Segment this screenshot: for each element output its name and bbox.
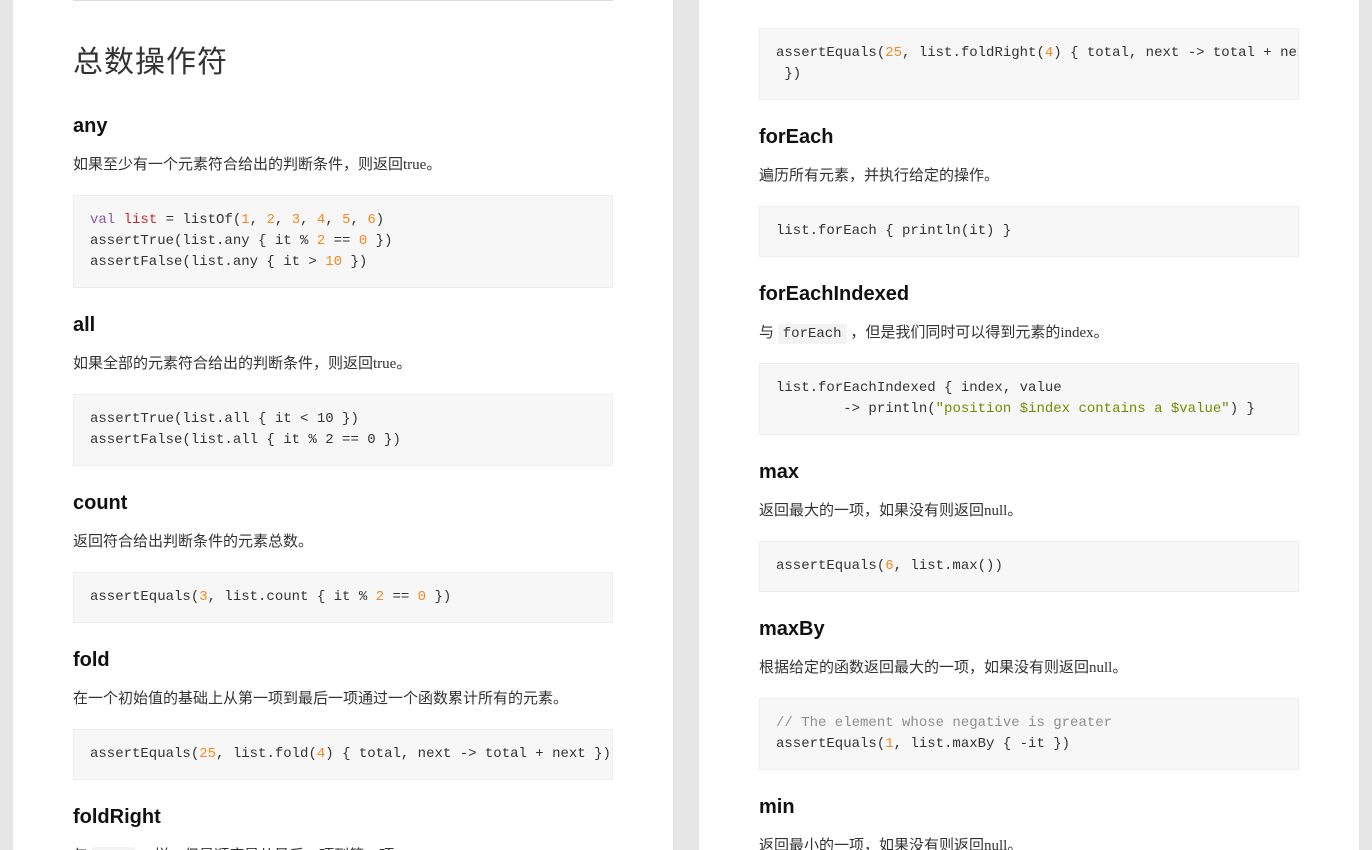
desc-fold: 在一个初始值的基础上从第一项到最后一项通过一个函数累计所有的元素。 [73,686,613,713]
text-roman: null [984,503,1007,519]
desc-max: 返回最大的一项，如果没有则返回null。 [759,498,1299,525]
text: 如果全部的元素符合给出的判断条件，则返回 [73,356,373,372]
horizontal-rule [73,0,613,1]
text: 返回最小的一项，如果没有则返回 [759,838,984,850]
code-max: assertEquals(6, list.max()) [759,541,1299,592]
code-foreachindexed: list.forEachIndexed { index, value -> pr… [759,363,1299,435]
desc-foldright: 与 fold 一样，但是顺序是从最后一项到第一项。 [73,843,613,850]
page-spread: 总数操作符 any 如果至少有一个元素符合给出的判断条件，则返回true。 va… [0,0,1372,850]
subhead-max: max [759,461,1299,484]
code-fold: assertEquals(25, list.fold(4) { total, n… [73,729,613,780]
desc-foreach: 遍历所有元素，并执行给定的操作。 [759,163,1299,190]
subhead-fold: fold [73,649,613,672]
section-title: 总数操作符 [73,37,613,81]
desc-min: 返回最小的一项，如果没有则返回null。 [759,833,1299,850]
desc-foreachindexed: 与 forEach ，但是我们同时可以得到元素的index。 [759,320,1299,347]
subhead-all: all [73,314,613,337]
text: ，但是我们同时可以得到元素的 [847,325,1061,341]
code-foreach: list.forEach { println(it) } [759,206,1299,257]
text: 如果至少有一个元素符合给出的判断条件，则返回 [73,157,403,173]
code-maxby: // The element whose negative is greater… [759,698,1299,770]
text: 。 [396,356,411,372]
text: 在一个初始值的基础上从第一项到最后一项通过一个函数累计所有的元素。 [73,691,568,707]
subhead-count: count [73,492,613,515]
text: 。 [1007,503,1022,519]
desc-any: 如果至少有一个元素符合给出的判断条件，则返回true。 [73,152,613,179]
code-all: assertTrue(list.all { it < 10 }) assertF… [73,394,613,466]
text-roman: null [1089,660,1112,676]
code-count: assertEquals(3, list.count { it % 2 == 0… [73,572,613,623]
text: 根据给定的函数返回最大的一项，如果没有则返回 [759,660,1089,676]
code-any: val list = listOf(1, 2, 3, 4, 5, 6) asse… [73,195,613,288]
text: 与 [759,325,778,341]
subhead-any: any [73,115,613,138]
subhead-maxby: maxBy [759,618,1299,641]
subhead-foreach: forEach [759,126,1299,149]
page-left: 总数操作符 any 如果至少有一个元素符合给出的判断条件，则返回true。 va… [13,0,673,850]
desc-maxby: 根据给定的函数返回最大的一项，如果没有则返回null。 [759,655,1299,682]
subhead-foreachindexed: forEachIndexed [759,283,1299,306]
text: 遍历所有元素，并执行给定的操作。 [759,168,999,184]
subhead-min: min [759,796,1299,819]
text: 返回最大的一项，如果没有则返回 [759,503,984,519]
subhead-foldright: foldRight [73,806,613,829]
text: 。 [1094,325,1109,341]
text-roman: null [984,838,1007,850]
text-roman: true [373,356,396,372]
text: 返回符合给出判断条件的元素总数。 [73,534,313,550]
text: 。 [426,157,441,173]
text: 。 [1112,660,1127,676]
desc-all: 如果全部的元素符合给出的判断条件，则返回true。 [73,351,613,378]
inline-code: forEach [778,324,847,344]
text-roman: true [403,157,426,173]
desc-count: 返回符合给出判断条件的元素总数。 [73,529,613,556]
text: 。 [1007,838,1022,850]
page-right: assertEquals(25, list.foldRight(4) { tot… [699,0,1359,850]
code-foldright: assertEquals(25, list.foldRight(4) { tot… [759,28,1299,100]
text-roman: index [1060,325,1093,341]
